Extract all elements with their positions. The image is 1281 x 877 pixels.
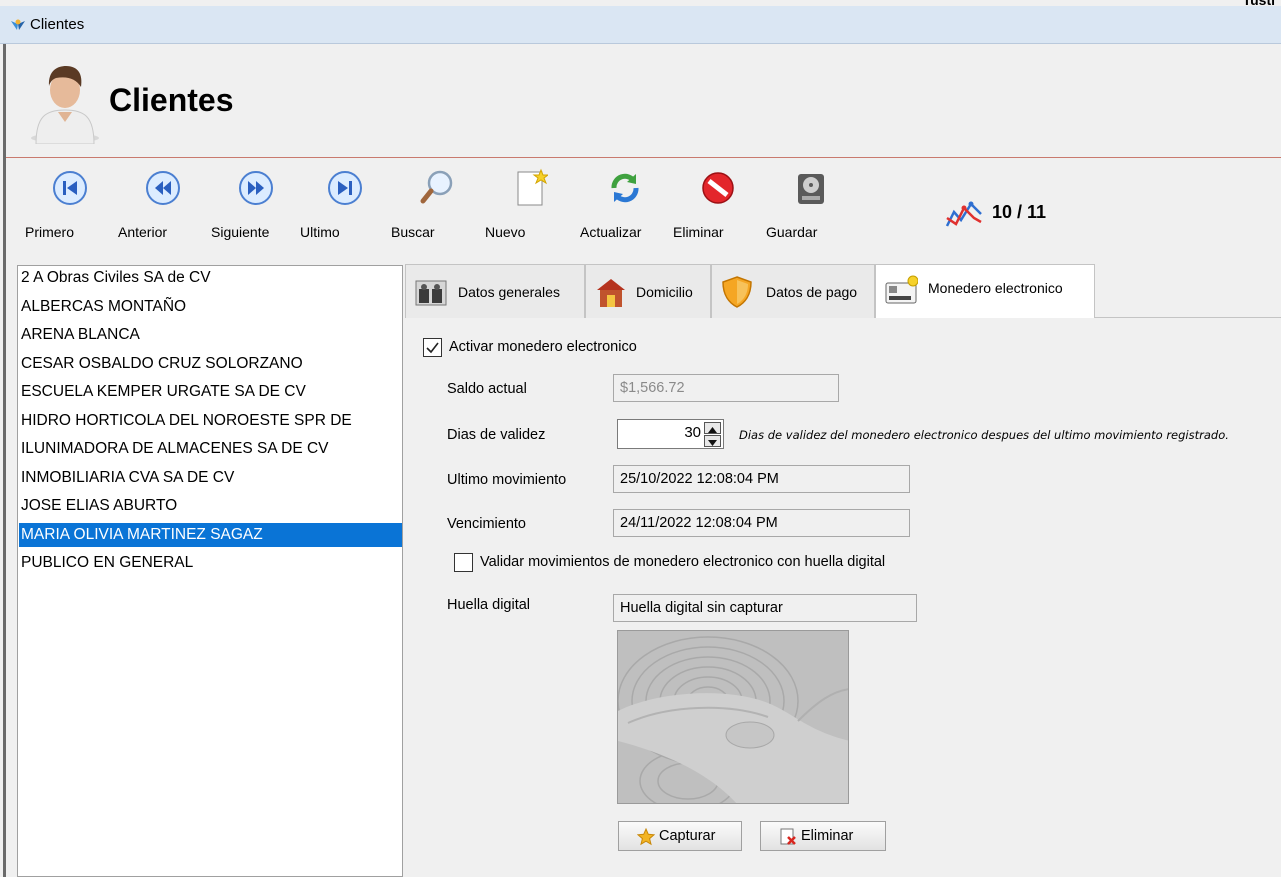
record-counter-text: 10 / 11 bbox=[992, 202, 1047, 222]
clientes-window: Clientes Tusti Clientes Primero Anterior… bbox=[0, 0, 1281, 877]
tab-monedero-electronico[interactable]: Monedero electronico bbox=[875, 264, 1095, 319]
list-item[interactable]: HIDRO HORTICOLA DEL NOROESTE SPR DE bbox=[19, 409, 402, 433]
capture-button[interactable]: Capturar bbox=[618, 821, 742, 851]
page-title: Clientes bbox=[109, 82, 234, 118]
window-title: Clientes bbox=[30, 16, 85, 33]
list-item[interactable]: CESAR OSBALDO CRUZ SOLORZANO bbox=[19, 352, 402, 376]
delete-label: Eliminar bbox=[673, 224, 724, 240]
no-entry-icon bbox=[702, 172, 734, 204]
first-record-icon bbox=[53, 171, 87, 205]
fingerprint-hand-picture bbox=[618, 631, 848, 803]
toolbar: Primero Anterior Siguiente Ultimo Buscar… bbox=[6, 160, 1281, 260]
new-button[interactable]: Nuevo bbox=[485, 168, 575, 248]
search-label: Buscar bbox=[391, 224, 435, 240]
previous-record-icon bbox=[146, 171, 180, 205]
tab-monedero-electronico-label: Monedero electronico bbox=[928, 280, 1063, 296]
client-list[interactable]: 2 A Obras Civiles SA de CV ALBERCAS MONTA… bbox=[17, 265, 403, 877]
list-item[interactable]: ARENA BLANCA bbox=[19, 323, 402, 347]
expiration-label: Vencimiento bbox=[447, 516, 526, 532]
previous-record-label: Anterior bbox=[118, 224, 168, 240]
activate-wallet-checkbox[interactable] bbox=[423, 338, 442, 357]
refresh-button[interactable]: Actualizar bbox=[580, 168, 670, 248]
page-header: Clientes bbox=[6, 44, 1281, 158]
last-movement-field[interactable]: 25/10/2022 12:08:04 PM bbox=[613, 465, 910, 493]
validity-hint: Dias de validez del monedero electronico… bbox=[739, 428, 1229, 442]
id-card-icon bbox=[415, 280, 447, 306]
new-document-icon bbox=[517, 168, 548, 206]
list-item[interactable]: ILUNIMADORA DE ALMACENES SA DE CV bbox=[19, 437, 402, 461]
fingerprint-validation-checkbox[interactable] bbox=[454, 553, 473, 572]
shield-icon bbox=[722, 276, 752, 308]
activate-wallet-label: Activar monedero electronico bbox=[449, 339, 637, 355]
app-icon bbox=[11, 19, 25, 30]
star-icon bbox=[637, 828, 655, 846]
line-chart-icon bbox=[945, 201, 982, 227]
tab-datos-de-pago[interactable]: Datos de pago bbox=[711, 264, 875, 318]
delete-button[interactable]: Eliminar bbox=[673, 168, 763, 248]
last-record-icon bbox=[328, 171, 362, 205]
tab-domicilio-label: Domicilio bbox=[636, 284, 693, 300]
next-record-button[interactable]: Siguiente bbox=[211, 168, 301, 248]
last-record-button[interactable]: Ultimo bbox=[300, 168, 390, 248]
first-record-label: Primero bbox=[25, 224, 75, 240]
validity-value: 30 bbox=[684, 424, 701, 441]
last-movement-label: Ultimo movimiento bbox=[447, 472, 567, 488]
tab-bar: Datos generales Domicilio Datos de pago bbox=[405, 264, 1281, 319]
tab-datos-generales[interactable]: Datos generales bbox=[405, 264, 585, 318]
user-avatar-icon bbox=[31, 66, 99, 144]
balance-label: Saldo actual bbox=[447, 381, 527, 397]
new-label: Nuevo bbox=[485, 224, 526, 240]
validity-label: Dias de validez bbox=[447, 427, 546, 443]
fingerprint-label: Huella digital bbox=[447, 597, 531, 613]
search-button[interactable]: Buscar bbox=[391, 168, 481, 248]
last-record-label: Ultimo bbox=[300, 224, 340, 240]
title-bar: Clientes bbox=[0, 6, 1281, 44]
expiration-field[interactable]: 24/11/2022 12:08:04 PM bbox=[613, 509, 910, 537]
list-item[interactable]: PUBLICO EN GENERAL bbox=[19, 551, 402, 575]
tab-domicilio[interactable]: Domicilio bbox=[585, 264, 711, 318]
save-button[interactable]: Guardar bbox=[766, 168, 856, 248]
card-icon bbox=[885, 275, 918, 304]
capture-button-label: Capturar bbox=[659, 828, 716, 844]
fingerprint-image bbox=[617, 630, 849, 804]
spinner-down-button[interactable] bbox=[704, 435, 721, 447]
next-record-label: Siguiente bbox=[211, 224, 270, 240]
refresh-icon bbox=[611, 173, 639, 203]
refresh-label: Actualizar bbox=[580, 224, 642, 240]
delete-fingerprint-label: Eliminar bbox=[801, 828, 854, 844]
tab-datos-de-pago-label: Datos de pago bbox=[766, 284, 858, 300]
save-label: Guardar bbox=[766, 224, 818, 240]
validity-spinner[interactable]: 30 bbox=[617, 419, 724, 449]
tab-datos-generales-label: Datos generales bbox=[458, 284, 560, 300]
hard-drive-icon bbox=[798, 174, 824, 204]
corner-text: Tusti bbox=[1242, 0, 1275, 8]
first-record-button[interactable]: Primero bbox=[25, 168, 115, 248]
fingerprint-validation-label: Validar movimientos de monedero electron… bbox=[480, 554, 886, 570]
fingerprint-status-field[interactable]: Huella digital sin capturar bbox=[613, 594, 917, 622]
triangle-down-icon bbox=[708, 440, 717, 446]
spinner-up-button[interactable] bbox=[704, 422, 721, 434]
wallet-panel: Activar monedero electronico Saldo actua… bbox=[405, 318, 1281, 877]
list-item[interactable]: ALBERCAS MONTAÑO bbox=[19, 295, 402, 319]
house-icon bbox=[597, 279, 625, 307]
list-item[interactable]: JOSE ELIAS ABURTO bbox=[19, 494, 402, 518]
next-record-icon bbox=[239, 171, 273, 205]
balance-field[interactable]: $1,566.72 bbox=[613, 374, 839, 402]
list-item[interactable]: 2 A Obras Civiles SA de CV bbox=[19, 266, 402, 290]
triangle-up-icon bbox=[708, 427, 717, 433]
list-item[interactable]: ESCUELA KEMPER URGATE SA DE CV bbox=[19, 380, 402, 404]
search-icon bbox=[420, 170, 453, 204]
delete-document-icon bbox=[780, 828, 796, 845]
delete-fingerprint-button[interactable]: Eliminar bbox=[760, 821, 886, 851]
list-item[interactable]: MARIA OLIVIA MARTINEZ SAGAZ bbox=[19, 522, 402, 547]
list-item[interactable]: INMOBILIARIA CVA SA DE CV bbox=[19, 466, 402, 490]
checkmark-icon bbox=[426, 342, 439, 354]
previous-record-button[interactable]: Anterior bbox=[118, 168, 208, 248]
